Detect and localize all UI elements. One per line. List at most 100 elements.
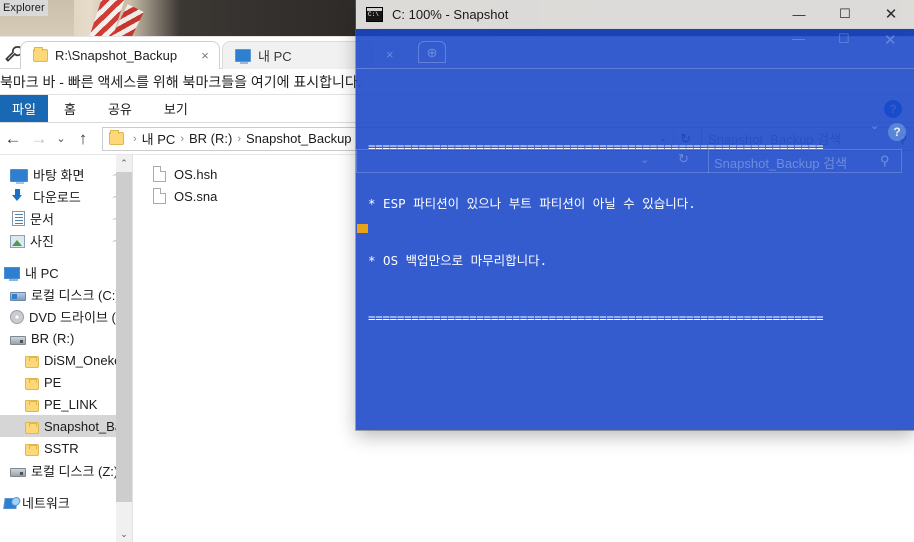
sidebar-item-documents[interactable]: 문서 📌	[0, 207, 132, 229]
ribbon-tab-label: 파일	[12, 102, 36, 117]
sidebar-item-downloads[interactable]: 다운로드 📌	[0, 185, 132, 207]
navigation-scrollbar[interactable]: ⌃ ⌄	[116, 155, 132, 542]
sidebar-item-pe[interactable]: PE	[0, 371, 132, 393]
sidebar-item-local-disk-z[interactable]: 로컬 디스크 (Z:)	[0, 459, 132, 481]
file-icon	[153, 166, 166, 182]
folder-icon	[25, 355, 39, 368]
sidebar-item-desktop[interactable]: 바탕 화면 📌	[0, 163, 132, 185]
sidebar-item-label: 로컬 디스크 (Z:)	[31, 463, 119, 479]
forward-button[interactable]: →	[26, 129, 52, 149]
sidebar-item-label: SSTR	[44, 440, 79, 456]
console-line-os-backup: * OS 백업만으로 마무리합니다.	[368, 253, 548, 268]
console-line-separator-top: ========================================…	[368, 139, 824, 154]
minimize-button[interactable]: —	[776, 0, 822, 29]
tab-label: 내 PC	[258, 49, 292, 64]
breadcrumb-item-my-pc[interactable]: 내 PC	[142, 129, 176, 148]
bookmark-bar-hint: 북마크 바 - 빠른 액세스를 위해 북마크들을 여기에 표시합니다.	[0, 73, 362, 90]
console-title-bar[interactable]: C: 100% - Snapshot — ☐ ✕	[356, 0, 914, 29]
ribbon-tab-view[interactable]: 보기	[148, 95, 204, 122]
breadcrumb-item-br-drive[interactable]: BR (R:)	[189, 131, 232, 146]
ribbon-tab-home[interactable]: 홈	[48, 95, 92, 122]
pictures-icon	[10, 234, 25, 248]
folder-icon	[25, 443, 39, 456]
folder-icon	[25, 399, 39, 412]
hard-drive-icon	[10, 291, 26, 301]
window-controls: — ☐ ✕	[776, 0, 914, 29]
close-button[interactable]: ✕	[868, 0, 914, 29]
folder-icon	[33, 47, 48, 62]
sidebar-item-label: 다운로드	[33, 189, 81, 205]
sidebar-item-label: 네트워크	[22, 495, 70, 511]
ribbon-tab-label: 홈	[64, 102, 76, 117]
explorer-tooltip: Explorer	[0, 0, 48, 16]
sidebar-item-label: 로컬 디스크 (C:)	[31, 287, 120, 303]
recent-locations-button[interactable]: ⌄	[52, 132, 70, 145]
computer-icon	[235, 49, 251, 64]
console-output-area[interactable]: × ⊕ — ☐ ✕ ⌄ ? ⌄ ↻ Snapshot_Backup 검색 ⚲ =…	[356, 29, 914, 430]
computer-icon	[4, 267, 20, 281]
hard-drive-icon	[10, 467, 26, 477]
sidebar-item-snapshot-backup[interactable]: Snapshot_Back	[0, 415, 132, 437]
navigation-pane: 바탕 화면 📌 다운로드 📌 문서 📌 사진 📌	[0, 155, 132, 542]
ribbon-tab-file[interactable]: 파일	[0, 95, 48, 122]
tab-close-button[interactable]: ×	[197, 48, 213, 64]
sidebar-item-label: 사진	[30, 233, 54, 249]
scrollbar-thumb[interactable]	[116, 172, 132, 502]
tab-snapshot-backup[interactable]: R:\Snapshot_Backup ×	[20, 41, 220, 69]
window-title: C: 100% - Snapshot	[392, 6, 509, 22]
console-text-block: ========================================…	[368, 99, 824, 365]
console-line-separator-bottom: ========================================…	[368, 310, 824, 325]
download-icon	[10, 188, 28, 204]
sidebar-item-pictures[interactable]: 사진 📌	[0, 229, 132, 251]
ghost-search-icon: ⚲	[880, 153, 890, 168]
folder-icon	[25, 377, 39, 390]
sidebar-item-label: PE	[44, 374, 62, 390]
console-line-esp-warning: * ESP 파티션이 있으나 부트 파티션이 아닐 수 있습니다.	[368, 196, 696, 211]
ghost-maximize-button: ☐	[838, 31, 850, 46]
sidebar-item-label: BR (R:)	[31, 330, 75, 346]
breadcrumb-separator: ›	[237, 132, 241, 145]
sidebar-item-dism-onekey[interactable]: DiSM_Onekey_	[0, 349, 132, 371]
sidebar-item-pe-link[interactable]: PE_LINK	[0, 393, 132, 415]
console-window: C: 100% - Snapshot — ☐ ✕ × ⊕ — ☐ ✕ ⌄ ? ⌄…	[356, 0, 914, 430]
sidebar-item-network[interactable]: 네트워크	[0, 491, 132, 513]
dvd-drive-icon	[10, 309, 24, 324]
ghost-help-icon: ?	[888, 123, 906, 141]
tab-label: R:\Snapshot_Backup	[55, 48, 178, 63]
ribbon-tab-label: 보기	[163, 102, 188, 117]
sidebar-item-label: DVD 드라이브 (	[29, 309, 116, 325]
ribbon-tab-label: 공유	[107, 102, 132, 117]
scroll-up-arrow-icon[interactable]: ⌃	[116, 155, 132, 172]
file-name: OS.hsh	[174, 166, 218, 182]
hard-drive-icon	[10, 335, 26, 345]
folder-icon	[25, 421, 39, 434]
ghost-minimize-button: —	[792, 31, 805, 46]
sidebar-item-label: 문서	[30, 211, 54, 227]
maximize-button[interactable]: ☐	[822, 0, 868, 29]
sidebar-item-sstr[interactable]: SSTR	[0, 437, 132, 459]
network-icon	[3, 498, 18, 509]
sidebar-item-label: 바탕 화면	[33, 167, 85, 183]
folder-icon	[109, 130, 124, 145]
sidebar-item-dvd-drive[interactable]: DVD 드라이브 (	[0, 305, 132, 327]
up-button[interactable]: ↑	[70, 129, 96, 149]
sidebar-item-br-drive[interactable]: BR (R:)	[0, 327, 132, 349]
tab-my-pc[interactable]: 내 PC	[222, 41, 372, 69]
breadcrumb-separator: ›	[180, 132, 184, 145]
sidebar-item-label: 내 PC	[25, 265, 59, 281]
sidebar-item-my-pc[interactable]: 내 PC	[0, 261, 132, 283]
back-button[interactable]: ←	[0, 129, 26, 149]
scroll-down-arrow-icon[interactable]: ⌄	[116, 526, 132, 542]
cmd-icon	[366, 6, 383, 22]
file-icon	[153, 188, 166, 204]
ghost-close-button: ✕	[884, 32, 897, 49]
desktop-icon	[10, 168, 28, 184]
sidebar-item-local-disk-c[interactable]: 로컬 디스크 (C:)	[0, 283, 132, 305]
ghost-chevron-down-icon: ⌄	[870, 120, 880, 132]
breadcrumb-separator: ›	[133, 132, 137, 145]
screen: Explorer R:\Snapshot_Backup × 내 PC 북마크 바…	[0, 0, 914, 542]
documents-icon	[12, 210, 25, 226]
ribbon-tab-share[interactable]: 공유	[92, 95, 148, 122]
ghost-tab-close-icon: ×	[386, 47, 394, 62]
breadcrumb-item-snapshot-backup[interactable]: Snapshot_Backup	[246, 131, 352, 146]
